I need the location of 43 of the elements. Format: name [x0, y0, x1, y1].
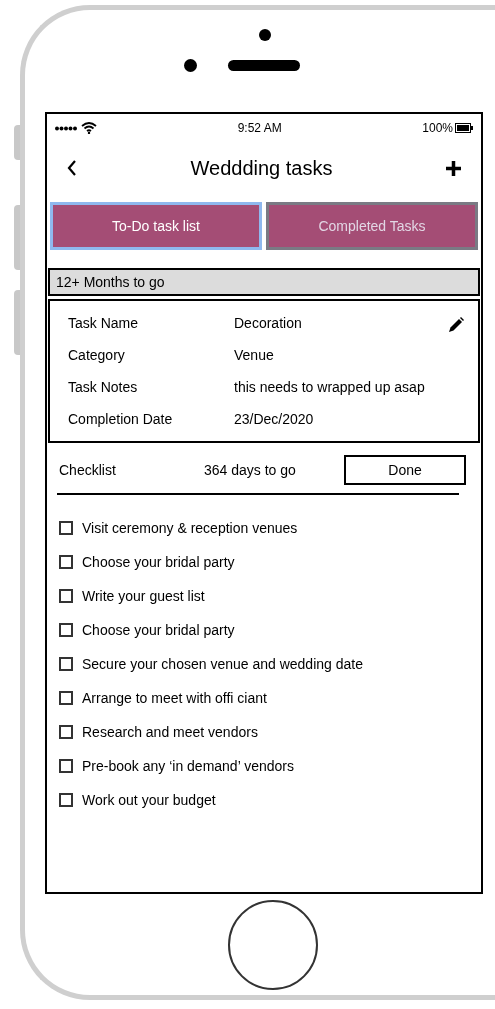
checklist-item-label: Pre-book any ‘in demand’ vendors — [82, 756, 294, 776]
checkbox[interactable] — [59, 793, 73, 807]
field-label: Category — [68, 345, 126, 365]
countdown-text: 364 days to go — [204, 460, 297, 480]
signal-icon — [55, 125, 77, 131]
field-label: Task Name — [68, 313, 140, 333]
field-label: Task Notes — [68, 377, 139, 397]
pencil-icon[interactable] — [448, 317, 464, 333]
checklist-item-label: Work out your budget — [82, 790, 216, 810]
checklist-item-label: Arrange to meet with offi ciant — [82, 688, 267, 708]
checklist-title: Checklist — [59, 460, 117, 480]
field-value: 23/Dec/2020 — [234, 409, 314, 429]
tab[interactable]: Completed Tasks — [266, 202, 478, 250]
checkbox[interactable] — [59, 623, 73, 637]
field-value: this needs to wrapped up asap — [234, 377, 425, 397]
done-button[interactable]: Done — [344, 455, 466, 485]
checkbox[interactable] — [59, 589, 73, 603]
checklist-item-label: Visit ceremony & reception venues — [82, 518, 298, 538]
battery-percent: 100% — [422, 120, 453, 137]
checkbox[interactable] — [59, 521, 73, 535]
field-label: Completion Date — [68, 409, 174, 429]
checklist-item-label: Choose your bridal party — [82, 620, 235, 640]
checklist-item-label: Write your guest list — [82, 586, 205, 606]
status-time: 9:52 AM — [237, 120, 282, 137]
checkbox[interactable] — [59, 725, 73, 739]
speaker-slot — [228, 60, 300, 71]
field-value: Decoration — [234, 313, 302, 333]
checkbox[interactable] — [59, 691, 73, 705]
tab[interactable]: To-Do task list — [50, 202, 262, 250]
checklist-item-label: Choose your bridal party — [82, 552, 235, 572]
battery-icon — [455, 123, 473, 133]
field-value: Venue — [234, 345, 274, 365]
back-icon[interactable] — [67, 160, 77, 176]
checkbox[interactable] — [59, 555, 73, 569]
wifi-icon — [81, 122, 97, 134]
plus-icon[interactable] — [446, 160, 461, 176]
checkbox[interactable] — [59, 759, 73, 773]
checklist-item-label: Research and meet vendors — [82, 722, 258, 742]
screen-title: Weddding tasks — [190, 156, 333, 181]
checkbox[interactable] — [59, 657, 73, 671]
home-button[interactable] — [228, 900, 318, 990]
checklist-item-label: Secure your chosen venue and wedding date — [82, 654, 363, 674]
section-header: 12+ Months to go — [48, 268, 480, 296]
